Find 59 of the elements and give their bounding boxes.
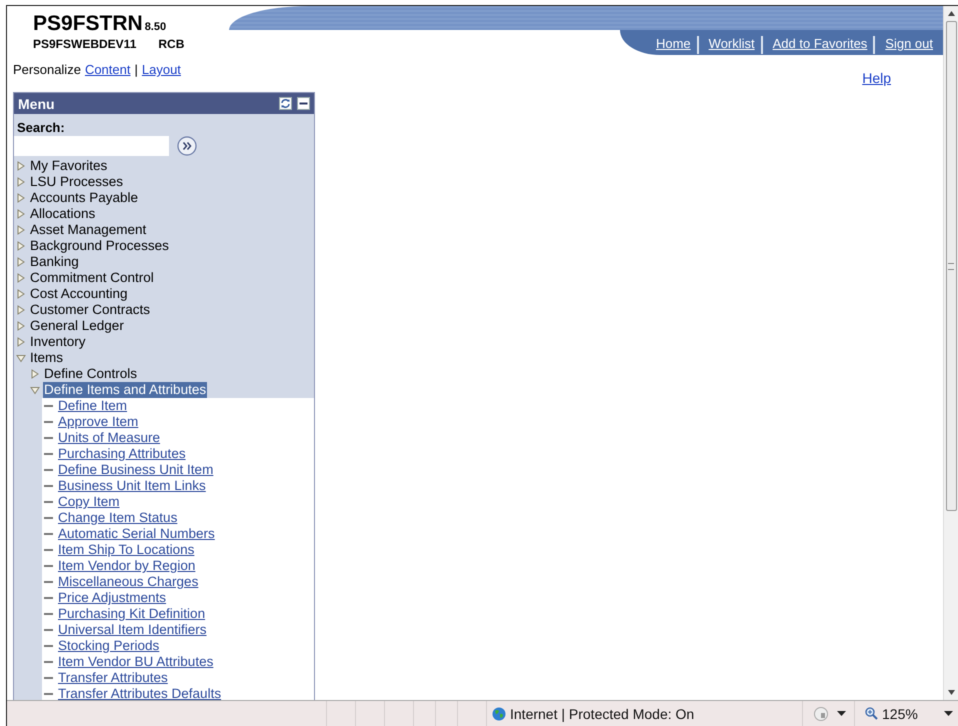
scroll-up-icon[interactable] (948, 11, 954, 16)
personalize-label: Personalize (13, 62, 81, 77)
personalize-link[interactable]: Content (84, 62, 130, 77)
help-link[interactable]: Help (862, 70, 891, 92)
menu-folder[interactable]: Commitment Control (29, 270, 155, 286)
expand-triangle-icon[interactable] (16, 209, 26, 219)
zoom-icon[interactable] (865, 707, 878, 720)
server-name: PS9FSWEBDEV11 (33, 37, 136, 51)
menu-folder[interactable]: Banking (29, 254, 80, 270)
expand-triangle-icon[interactable] (16, 337, 26, 347)
expand-triangle-icon[interactable] (16, 193, 26, 203)
menu-folder[interactable]: Inventory (29, 334, 87, 350)
expand-triangle-icon[interactable] (16, 225, 26, 235)
menu-folder[interactable]: Cost Accounting (29, 286, 129, 302)
expand-triangle-icon[interactable] (16, 177, 26, 187)
nav-link[interactable]: Add to Favorites (766, 34, 868, 51)
expand-triangle-icon[interactable] (16, 257, 26, 267)
user-id: RCB (158, 37, 184, 51)
expand-triangle-icon[interactable] (16, 353, 26, 363)
expand-triangle-icon[interactable] (16, 305, 26, 315)
link-separator: | (134, 62, 138, 77)
menu-folder[interactable]: Customer Contracts (29, 302, 152, 318)
menu-folder[interactable]: General Ledger (29, 318, 125, 334)
expand-triangle-icon[interactable] (16, 321, 26, 331)
security-zone-text: Internet | Protected Mode: On (510, 706, 694, 722)
search-label: Search: (16, 119, 66, 136)
menu-title: Menu (18, 96, 55, 112)
expand-triangle-icon[interactable] (16, 289, 26, 299)
globe-icon (492, 706, 506, 720)
version-label: 8.50 (144, 21, 166, 33)
menu-folder[interactable]: Accounts Payable (29, 190, 140, 206)
vertical-scrollbar[interactable] (943, 6, 958, 700)
menu-folder[interactable]: Asset Management (29, 222, 148, 238)
nav-link[interactable]: Home (650, 34, 691, 51)
search-go-icon[interactable] (177, 136, 197, 156)
expand-triangle-icon[interactable] (16, 161, 26, 171)
personalize-link[interactable]: Layout (142, 62, 181, 77)
expand-triangle-icon[interactable] (16, 241, 26, 251)
menu-folder[interactable]: Items (29, 350, 64, 366)
search-field[interactable] (14, 136, 169, 156)
minimize-icon[interactable] (297, 97, 310, 110)
refresh-icon[interactable] (279, 97, 292, 110)
expand-triangle-icon[interactable] (16, 273, 26, 283)
menu-folder[interactable]: Define Controls (43, 366, 138, 382)
expand-triangle-icon[interactable] (30, 385, 40, 395)
nav-link[interactable]: Worklist (702, 34, 755, 51)
menu-folder[interactable]: Background Processes (29, 238, 170, 254)
dropdown-caret-icon[interactable] (837, 711, 846, 716)
menu-folder[interactable]: LSU Processes (29, 174, 124, 190)
scroll-down-icon[interactable] (948, 690, 954, 695)
menu-folder[interactable]: My Favorites (29, 158, 108, 174)
scroll-thumb[interactable] (946, 21, 956, 511)
dropdown-caret-icon[interactable] (944, 711, 953, 716)
zoom-level[interactable]: 125% (882, 706, 918, 722)
menu-folder[interactable]: Allocations (29, 206, 96, 222)
system-title: PS9FSTRN (33, 13, 143, 35)
expand-triangle-icon[interactable] (30, 369, 40, 379)
menu-folder[interactable]: Define Items and Attributes (43, 382, 208, 398)
nav-link[interactable]: Sign out (879, 34, 933, 51)
